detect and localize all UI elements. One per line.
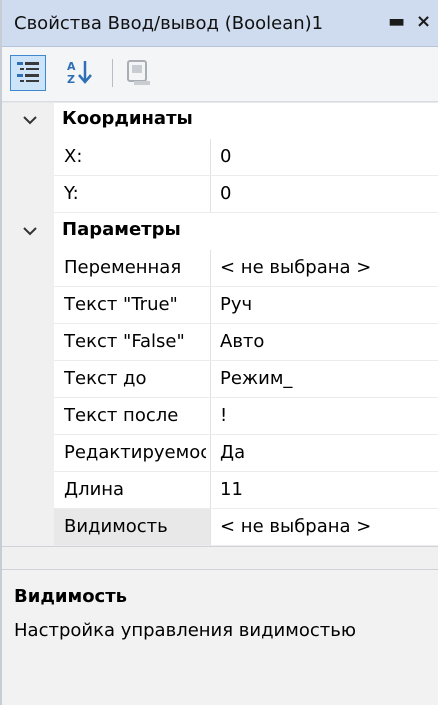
column-divider	[210, 139, 211, 176]
description-panel: Видимость Настройка управления видимость…	[2, 570, 438, 705]
description-splitter[interactable]	[2, 546, 438, 570]
column-divider	[210, 324, 211, 361]
property-name: Текст после	[64, 405, 179, 426]
property-name: Редактируемость	[64, 442, 206, 463]
panel-titlebar[interactable]: Свойства Ввод/вывод (Boolean)1 ▬ ×	[2, 0, 438, 47]
property-row-length[interactable]: Длина 11	[2, 472, 438, 509]
property-row-text-before[interactable]: Текст до Режим_	[2, 361, 438, 398]
svg-text:A: A	[67, 60, 76, 73]
categorized-view-button[interactable]	[10, 55, 46, 91]
property-grid: Координаты X: 0 Y: 0 Параметры Переменна…	[2, 102, 438, 546]
property-value[interactable]: 0	[220, 146, 231, 167]
property-name: Текст "False"	[64, 331, 185, 352]
property-name: X:	[64, 146, 83, 167]
property-value[interactable]: < не выбрана >	[220, 257, 371, 278]
column-divider	[210, 176, 211, 213]
toolbar-separator	[112, 59, 113, 87]
property-row-x[interactable]: X: 0	[2, 139, 438, 176]
property-name: Длина	[64, 479, 125, 500]
column-divider	[210, 472, 211, 509]
chevron-down-icon[interactable]	[20, 221, 40, 241]
description-text: Настройка управления видимостью	[14, 620, 356, 641]
alphabetical-sort-button[interactable]: A Z	[62, 55, 98, 91]
svg-text:Z: Z	[67, 73, 75, 86]
column-divider	[210, 287, 211, 324]
property-pages-icon	[127, 60, 150, 85]
property-value[interactable]: !	[220, 405, 227, 426]
property-name: Текст "True"	[64, 294, 178, 315]
row-divider	[2, 102, 438, 103]
property-row-editable[interactable]: Редактируемость Да	[2, 435, 438, 472]
description-title: Видимость	[14, 586, 128, 607]
property-value[interactable]: Да	[220, 442, 245, 463]
pin-button[interactable]: ▬	[388, 10, 405, 34]
property-value[interactable]: Руч	[220, 294, 252, 315]
property-name: Текст до	[64, 368, 147, 389]
property-row-y[interactable]: Y: 0	[2, 176, 438, 213]
panel-title: Свойства Ввод/вывод (Boolean)1	[14, 12, 324, 34]
category-coordinates[interactable]: Координаты	[2, 102, 438, 139]
property-row-variable[interactable]: Переменная < не выбрана >	[2, 250, 438, 287]
property-row-text-false[interactable]: Текст "False" Авто	[2, 324, 438, 361]
property-value[interactable]: 0	[220, 183, 231, 204]
property-row-visibility[interactable]: Видимость < не выбрана >	[2, 509, 438, 546]
column-divider	[210, 509, 211, 546]
toolbar: A Z	[2, 47, 438, 102]
property-value[interactable]: Авто	[220, 331, 264, 352]
column-divider	[210, 398, 211, 435]
property-name: Переменная	[64, 257, 182, 278]
property-name: Видимость	[64, 516, 168, 537]
chevron-down-icon[interactable]	[20, 110, 40, 130]
property-value[interactable]: 11	[220, 479, 243, 500]
column-divider	[210, 361, 211, 398]
property-name: Y:	[64, 183, 79, 204]
property-value[interactable]: Режим_	[220, 368, 292, 389]
close-button[interactable]: ×	[416, 10, 431, 34]
property-row-text-true[interactable]: Текст "True" Руч	[2, 287, 438, 324]
property-row-text-after[interactable]: Текст после !	[2, 398, 438, 435]
property-pages-button[interactable]	[122, 55, 158, 91]
category-label: Координаты	[62, 108, 193, 129]
category-parameters[interactable]: Параметры	[2, 213, 438, 250]
sort-alphabetical-icon: A Z	[67, 60, 92, 86]
property-value[interactable]: < не выбрана >	[220, 516, 371, 537]
categorized-icon	[17, 62, 39, 82]
column-divider	[210, 435, 211, 472]
category-label: Параметры	[62, 219, 181, 240]
column-divider	[210, 250, 211, 287]
